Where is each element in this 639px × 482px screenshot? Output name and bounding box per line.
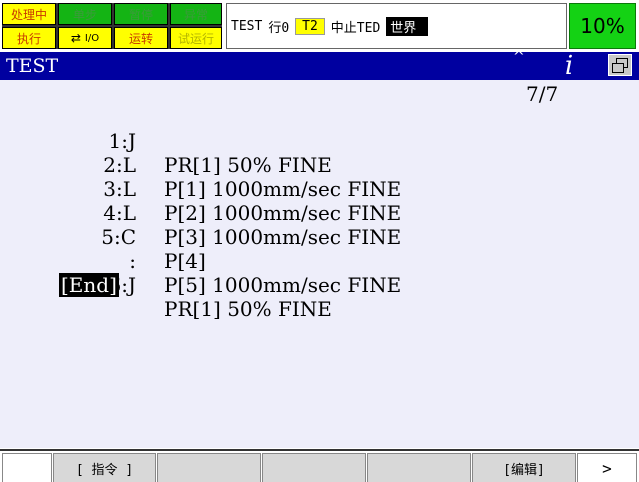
- fkey-next-page[interactable]: >: [577, 453, 637, 482]
- test-run-lamp: 试运行: [170, 27, 222, 49]
- program-line[interactable]: 3:L P[2] 1000mm/sec FINE: [0, 153, 401, 225]
- caret-up-icon: ^: [513, 49, 525, 65]
- line-instruction: PR[1] 50% FINE: [164, 297, 332, 321]
- status-state: 中止TED: [330, 20, 381, 36]
- fkey-f4[interactable]: [367, 453, 471, 482]
- end-marker-cursor[interactable]: [End]: [59, 273, 119, 297]
- line-instruction: P[1] 1000mm/sec FINE: [164, 177, 402, 201]
- fkey-prev[interactable]: [2, 453, 52, 482]
- line-number: 5:C: [101, 225, 136, 249]
- line-instruction: P[2] 1000mm/sec FINE: [164, 201, 402, 225]
- io-lamp-label: I/O: [84, 32, 100, 44]
- line-instruction: PR[1] 50% FINE: [164, 153, 332, 177]
- line-number: 3:L: [103, 177, 136, 201]
- line-instruction: P[3] 1000mm/sec FINE: [164, 225, 402, 249]
- window-front-square-icon: [612, 63, 624, 73]
- step-lamp: 单步: [58, 3, 112, 25]
- function-key-bar: [ 指令 ] [编辑] >: [0, 449, 639, 482]
- program-line[interactable]: 2:L P[1] 1000mm/sec FINE: [0, 129, 401, 201]
- status-line-number: 行0: [268, 20, 290, 36]
- page-count: 7/7: [526, 82, 559, 106]
- status-bar: TEST 行0 T2 中止TED 世界: [226, 3, 567, 49]
- program-line[interactable]: : P[5] 1000mm/sec FINE: [0, 225, 401, 297]
- mode-badge: T2: [295, 17, 325, 35]
- run-lamp: 执行: [2, 27, 56, 49]
- io-arrows-icon: ⇄: [70, 31, 81, 45]
- page-title: TEST: [6, 55, 59, 77]
- program-line[interactable]: 6:J PR[1] 50% FINE: [0, 249, 332, 321]
- busy-lamp: 处理中: [2, 3, 56, 25]
- title-bar: TEST: [0, 52, 639, 80]
- line-number: 1:J: [108, 129, 136, 153]
- line-number: :: [129, 249, 136, 273]
- line-number: 2:L: [103, 153, 136, 177]
- fkey-f5-edit[interactable]: [编辑]: [472, 453, 576, 482]
- running-lamp: 运转: [114, 27, 168, 49]
- line-instruction: P[4]: [164, 249, 206, 273]
- coord-system-badge: 世界: [386, 16, 429, 36]
- window-toggle-button[interactable]: [608, 54, 632, 76]
- program-line[interactable]: 5:C P[4]: [0, 201, 206, 273]
- fkey-f3[interactable]: [262, 453, 366, 482]
- status-lamp-panel: 处理中 单步 暂停 异常 执行 ⇄ I/O 运转 试运行: [2, 3, 222, 49]
- status-program-name: TEST: [231, 18, 263, 34]
- speed-override[interactable]: 10%: [569, 3, 636, 49]
- fkey-f1-instruction[interactable]: [ 指令 ]: [53, 453, 156, 482]
- info-icon[interactable]: i: [558, 52, 580, 80]
- program-line[interactable]: 4:L P[3] 1000mm/sec FINE: [0, 177, 401, 249]
- line-number: 4:L: [103, 201, 136, 225]
- io-lamp: ⇄ I/O: [58, 27, 112, 49]
- line-instruction: P[5] 1000mm/sec FINE: [164, 273, 402, 297]
- hold-lamp: 暂停: [114, 3, 168, 25]
- fault-lamp: 异常: [170, 3, 222, 25]
- program-line[interactable]: 1:J PR[1] 50% FINE: [0, 105, 332, 177]
- fkey-f2[interactable]: [157, 453, 261, 482]
